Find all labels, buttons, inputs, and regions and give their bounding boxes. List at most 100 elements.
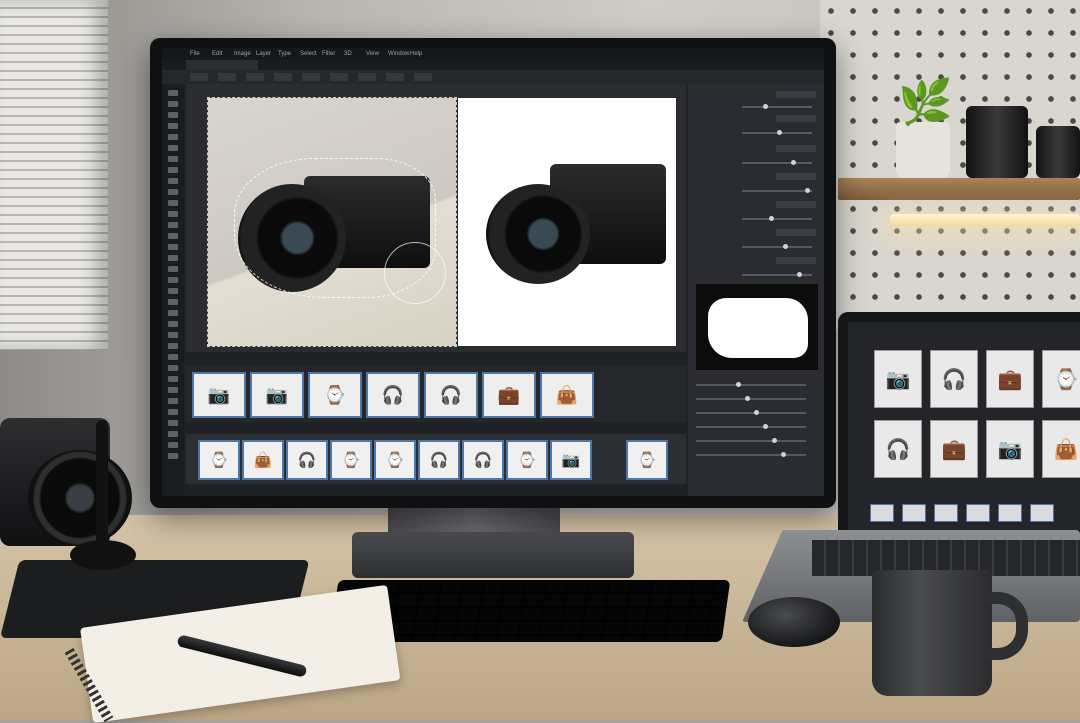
tool-icon-10[interactable] (168, 200, 178, 206)
property-field[interactable] (776, 173, 816, 180)
tool-icon-11[interactable] (168, 211, 178, 217)
tool-icon-25[interactable] (168, 365, 178, 371)
filmstrip-thumb[interactable]: 📷 (192, 372, 246, 418)
tool-icon-21[interactable] (168, 321, 178, 327)
menu-item-2[interactable]: Image (234, 50, 251, 58)
batch-thumb[interactable]: 📷 (550, 440, 592, 480)
filmstrip-thumb[interactable]: 🎧 (424, 372, 478, 418)
property-field[interactable] (776, 201, 816, 208)
tool-icon-19[interactable] (168, 299, 178, 305)
laptop-grid-thumb[interactable]: 💼 (930, 420, 978, 478)
tool-icon-18[interactable] (168, 288, 178, 294)
filmstrip-thumb[interactable]: 💼 (482, 372, 536, 418)
property-field[interactable] (776, 115, 816, 122)
property-slider-knob[interactable] (783, 244, 788, 249)
tool-icon-27[interactable] (168, 387, 178, 393)
filmstrip-thumb[interactable]: 📷 (250, 372, 304, 418)
tool-icon-9[interactable] (168, 189, 178, 195)
tool-icon-14[interactable] (168, 244, 178, 250)
tool-icon-28[interactable] (168, 398, 178, 404)
laptop-grid-thumb[interactable]: 📷 (874, 350, 922, 408)
refine-slider-knob[interactable] (745, 396, 750, 401)
property-slider-track[interactable] (742, 106, 812, 108)
property-slider-knob[interactable] (805, 188, 810, 193)
laptop-grid-thumb[interactable]: 📷 (986, 420, 1034, 478)
option-button-3[interactable] (274, 73, 292, 81)
batch-thumb[interactable]: ⌚ (374, 440, 416, 480)
laptop-grid-thumb[interactable]: ⌚ (1042, 350, 1080, 408)
menu-item-5[interactable]: Select (300, 50, 317, 58)
laptop-grid-thumb[interactable]: 💼 (986, 350, 1034, 408)
option-button-0[interactable] (190, 73, 208, 81)
batch-thumb[interactable]: 🎧 (286, 440, 328, 480)
batch-thumb[interactable]: ⌚ (506, 440, 548, 480)
batch-thumb[interactable]: 🎧 (418, 440, 460, 480)
tool-icon-22[interactable] (168, 332, 178, 338)
laptop-strip-thumb[interactable] (902, 504, 926, 522)
menu-item-9[interactable]: Window (388, 50, 409, 58)
photo-after-removal[interactable] (458, 98, 676, 346)
batch-thumb[interactable]: 🎧 (462, 440, 504, 480)
filmstrip-thumb[interactable]: 🎧 (366, 372, 420, 418)
filmstrip-thumb[interactable]: 👜 (540, 372, 594, 418)
menu-item-0[interactable]: File (190, 50, 200, 58)
tool-icon-15[interactable] (168, 255, 178, 261)
property-slider-knob[interactable] (769, 216, 774, 221)
option-button-6[interactable] (358, 73, 376, 81)
property-slider-track[interactable] (742, 246, 812, 248)
tool-icon-20[interactable] (168, 310, 178, 316)
laptop-strip-thumb[interactable] (998, 504, 1022, 522)
option-button-5[interactable] (330, 73, 348, 81)
tool-icon-30[interactable] (168, 420, 178, 426)
laptop-grid-thumb[interactable]: 🎧 (930, 350, 978, 408)
laptop-grid-thumb[interactable]: 🎧 (874, 420, 922, 478)
tool-icon-5[interactable] (168, 145, 178, 151)
option-button-4[interactable] (302, 73, 320, 81)
refine-slider-track[interactable] (696, 440, 806, 442)
menu-item-1[interactable]: Edit (212, 50, 222, 58)
laptop-strip-thumb[interactable] (966, 504, 990, 522)
property-slider-track[interactable] (742, 162, 812, 164)
refine-slider-knob[interactable] (781, 452, 786, 457)
tool-icon-16[interactable] (168, 266, 178, 272)
tool-icon-33[interactable] (168, 453, 178, 459)
property-field[interactable] (776, 91, 816, 98)
menu-item-7[interactable]: 3D (344, 50, 352, 58)
option-button-8[interactable] (414, 73, 432, 81)
tool-icon-26[interactable] (168, 376, 178, 382)
refine-slider-track[interactable] (696, 412, 806, 414)
refine-slider-track[interactable] (696, 384, 806, 386)
tool-icon-31[interactable] (168, 431, 178, 437)
tool-icon-24[interactable] (168, 354, 178, 360)
tool-icon-17[interactable] (168, 277, 178, 283)
tool-icon-29[interactable] (168, 409, 178, 415)
property-field[interactable] (776, 229, 816, 236)
refine-slider-knob[interactable] (754, 410, 759, 415)
property-slider-knob[interactable] (797, 272, 802, 277)
property-slider-track[interactable] (742, 190, 812, 192)
refine-slider-knob[interactable] (772, 438, 777, 443)
document-tab[interactable] (186, 60, 258, 70)
batch-thumb[interactable]: 👜 (242, 440, 284, 480)
tool-icon-4[interactable] (168, 134, 178, 140)
batch-thumb[interactable]: ⌚ (330, 440, 372, 480)
refine-slider-knob[interactable] (736, 382, 741, 387)
batch-thumb[interactable]: ⌚ (198, 440, 240, 480)
refine-slider-track[interactable] (696, 398, 806, 400)
menu-item-8[interactable]: View (366, 50, 379, 58)
property-field[interactable] (776, 145, 816, 152)
tool-icon-12[interactable] (168, 222, 178, 228)
tool-icon-13[interactable] (168, 233, 178, 239)
menu-item-4[interactable]: Type (278, 50, 291, 58)
option-button-2[interactable] (246, 73, 264, 81)
menu-item-3[interactable]: Layer (256, 50, 271, 58)
property-field[interactable] (776, 257, 816, 264)
photo-before-removal[interactable] (207, 97, 457, 347)
laptop-strip-thumb[interactable] (1030, 504, 1054, 522)
laptop-strip-thumb[interactable] (934, 504, 958, 522)
filmstrip-thumb[interactable]: ⌚ (308, 372, 362, 418)
tool-icon-2[interactable] (168, 112, 178, 118)
refine-slider-track[interactable] (696, 426, 806, 428)
tool-icon-23[interactable] (168, 343, 178, 349)
tool-icon-0[interactable] (168, 90, 178, 96)
